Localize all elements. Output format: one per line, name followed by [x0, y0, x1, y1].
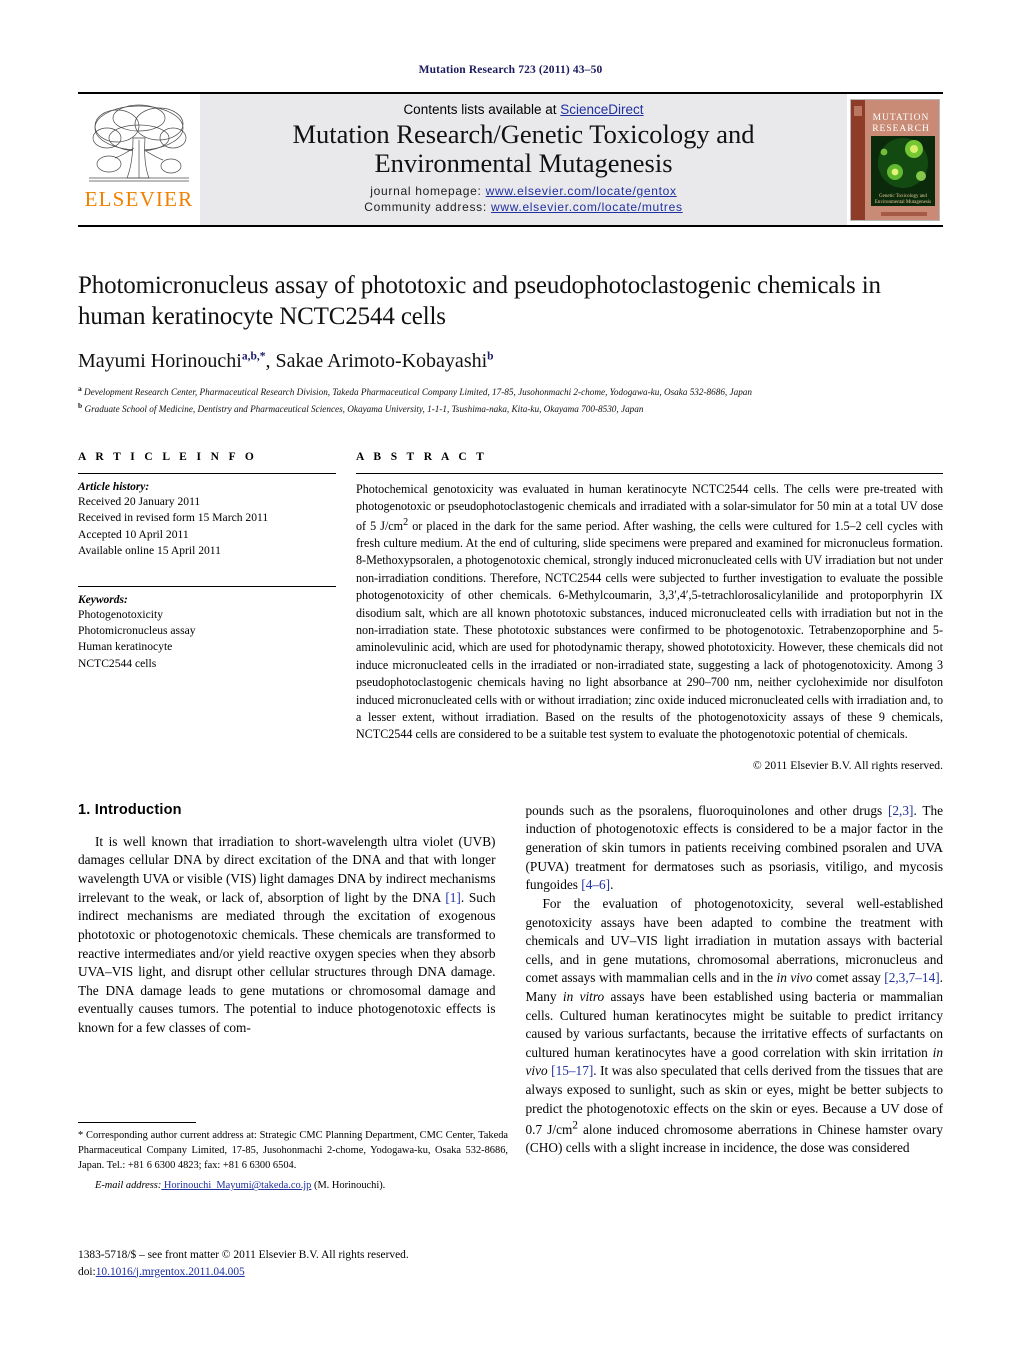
affiliation-b-text: Graduate School of Medicine, Dentistry a…: [82, 403, 644, 414]
contents-prefix-text: Contents lists available at: [403, 101, 561, 117]
info-abstract-section: A R T I C L E I N F O Article history: R…: [78, 451, 943, 772]
affiliation-a-text: Development Research Center, Pharmaceuti…: [81, 387, 752, 398]
issn-copyright-block: 1383-5718/$ – see front matter © 2011 El…: [78, 1247, 508, 1280]
journal-cover-image: MUTATION RESEARCH Genetic Toxicology and…: [850, 98, 940, 221]
keyword-item: Human keratinocyte: [78, 640, 173, 654]
journal-homepage-url[interactable]: www.elsevier.com/locate/gentox: [486, 184, 677, 198]
running-head: Mutation Research 723 (2011) 43–50: [418, 64, 603, 76]
doi-label: doi:: [78, 1265, 96, 1278]
article-history-list: Received 20 January 2011 Received in rev…: [78, 494, 336, 560]
svg-text:Environmental Mutagenesis: Environmental Mutagenesis: [875, 200, 931, 205]
body-columns: 1. Introduction It is well known that ir…: [78, 802, 943, 1158]
abstract-heading: A B S T R A C T: [356, 450, 488, 463]
footnote-text: Corresponding author current address at:…: [78, 1130, 508, 1171]
svg-text:MUTATION: MUTATION: [873, 113, 930, 123]
author-1-marks: a,b,*: [241, 350, 266, 363]
page-title: Photomicronucleus assay of phototoxic an…: [78, 272, 881, 330]
history-item: Accepted 10 April 2011: [78, 527, 189, 541]
abstract-rule: [356, 472, 943, 474]
body-column-right: pounds such as the psoralens, fluoroquin…: [526, 802, 944, 1158]
italic-in-vivo-1: in vivo: [776, 970, 813, 986]
intro-text-b: . Such indirect mechanisms are mediated …: [78, 889, 496, 1035]
keyword-item: Photogenotoxicity: [78, 607, 164, 621]
svg-text:Genetic Toxicology and: Genetic Toxicology and: [879, 194, 927, 199]
email-note: E-mail address: Horinouchi_Mayumi@takeda…: [78, 1179, 508, 1194]
elsevier-tree-icon: [87, 98, 191, 188]
author-2-marks: b: [487, 350, 494, 363]
keywords-label: Keywords:: [78, 593, 128, 606]
svg-text:RESEARCH: RESEARCH: [872, 124, 930, 134]
intro-right-text-a: pounds such as the psoralens, fluoroquin…: [525, 802, 888, 818]
journal-title: Mutation Research/Genetic Toxicology and…: [292, 118, 755, 179]
corresponding-author-note: * Corresponding author current address a…: [78, 1129, 508, 1173]
title-block: Photomicronucleus assay of phototoxic an…: [78, 271, 943, 417]
journal-homepage-line: journal homepage: www.elsevier.com/locat…: [370, 183, 676, 199]
history-item: Received in revised form 15 March 2011: [78, 511, 269, 525]
citation-ref-1[interactable]: [1]: [445, 890, 461, 905]
article-history-label: Article history:: [78, 480, 150, 493]
sciencedirect-link[interactable]: ScienceDirect: [560, 102, 643, 117]
journal-cover-thumbnail: MUTATION RESEARCH Genetic Toxicology and…: [847, 94, 943, 225]
email-address-label: E-mail address:: [95, 1180, 162, 1192]
community-address-label: Community address:: [364, 200, 487, 215]
abstract-text: Photochemical genotoxicity was evaluated…: [356, 481, 944, 742]
history-item: Available online 15 April 2011: [78, 544, 221, 558]
citation-ref-2-3[interactable]: [2,3]: [888, 803, 913, 818]
intro-right2-text-b: comet assay: [812, 970, 885, 986]
article-info-heading: A R T I C L E I N F O: [78, 450, 258, 463]
footnote-rule: [78, 1122, 196, 1123]
doi-link[interactable]: 10.1016/j.mrgentox.2011.04.005: [96, 1266, 245, 1278]
footnote-block: * Corresponding author current address a…: [78, 1122, 508, 1194]
doi-line: doi:10.1016/j.mrgentox.2011.04.005: [78, 1264, 508, 1281]
journal-header-center: Contents lists available at ScienceDirec…: [200, 94, 847, 225]
keywords-list: Photogenotoxicity Photomicronucleus assa…: [78, 607, 336, 673]
elsevier-logo: ELSEVIER: [78, 94, 200, 225]
journal-title-line-2: Environmental Mutagenesis: [374, 148, 673, 179]
elsevier-wordmark: ELSEVIER: [84, 187, 194, 211]
affiliation-b: b Graduate School of Medicine, Dentistry…: [78, 400, 943, 417]
paper-page: Mutation Research 723 (2011) 43–50 ELSEV…: [0, 0, 1021, 1351]
keyword-item: NCTC2544 cells: [78, 656, 157, 670]
email-owner-text: (M. Horinouchi).: [311, 1180, 386, 1192]
affiliation-a: a Development Research Center, Pharmaceu…: [78, 383, 943, 400]
community-address-url[interactable]: www.elsevier.com/locate/mutres: [491, 200, 683, 214]
intro-paragraph-left: It is well known that irradiation to sho…: [78, 833, 496, 1038]
journal-homepage-label: journal homepage:: [370, 183, 482, 198]
body-column-left: 1. Introduction It is well known that ir…: [78, 802, 496, 1158]
abstract-copyright: © 2011 Elsevier B.V. All rights reserved…: [752, 758, 943, 772]
keyword-item: Photomicronucleus assay: [78, 623, 196, 637]
author-1-name: Mayumi Horinouchi: [78, 350, 242, 372]
journal-header-band: ELSEVIER Contents lists available at Sci…: [78, 92, 943, 227]
email-address-link[interactable]: Horinouchi_Mayumi@takeda.co.jp: [161, 1180, 312, 1191]
intro-text-a: It is well known that irradiation to sho…: [78, 833, 496, 905]
author-2-name: , Sakae Arimoto-Kobayashi: [265, 350, 488, 372]
article-info-rule: [78, 472, 336, 474]
citation-ref-4-6[interactable]: [4–6]: [581, 877, 610, 892]
citation-ref-15-17[interactable]: [15–17]: [551, 1063, 593, 1078]
intro-paragraph-right-2: For the evaluation of photogenotoxicity,…: [526, 895, 944, 1158]
keywords-rule: [78, 585, 336, 587]
issn-line: 1383-5718/$ – see front matter © 2011 El…: [78, 1249, 409, 1261]
section-heading-introduction: 1. Introduction: [78, 801, 182, 818]
intro-paragraph-right-1: pounds such as the psoralens, fluoroquin…: [526, 802, 944, 895]
journal-title-line-1: Mutation Research/Genetic Toxicology and: [292, 118, 755, 149]
italic-in-vitro: in vitro: [562, 988, 605, 1004]
history-item: Received 20 January 2011: [78, 494, 201, 508]
keywords-block: Keywords: Photogenotoxicity Photomicronu…: [78, 585, 336, 673]
article-info-column: A R T I C L E I N F O Article history: R…: [78, 451, 350, 772]
contents-available-line: Contents lists available at ScienceDirec…: [403, 102, 643, 117]
author-list: Mayumi Horinouchia,b,*, Sakae Arimoto-Ko…: [78, 350, 943, 373]
abstract-column: A B S T R A C T Photochemical genotoxici…: [350, 451, 943, 772]
citation-ref-2-3-7-14[interactable]: [2,3,7–14]: [884, 970, 939, 985]
intro-right-text-c: .: [610, 877, 614, 893]
community-address-line: Community address: www.elsevier.com/loca…: [364, 199, 682, 215]
